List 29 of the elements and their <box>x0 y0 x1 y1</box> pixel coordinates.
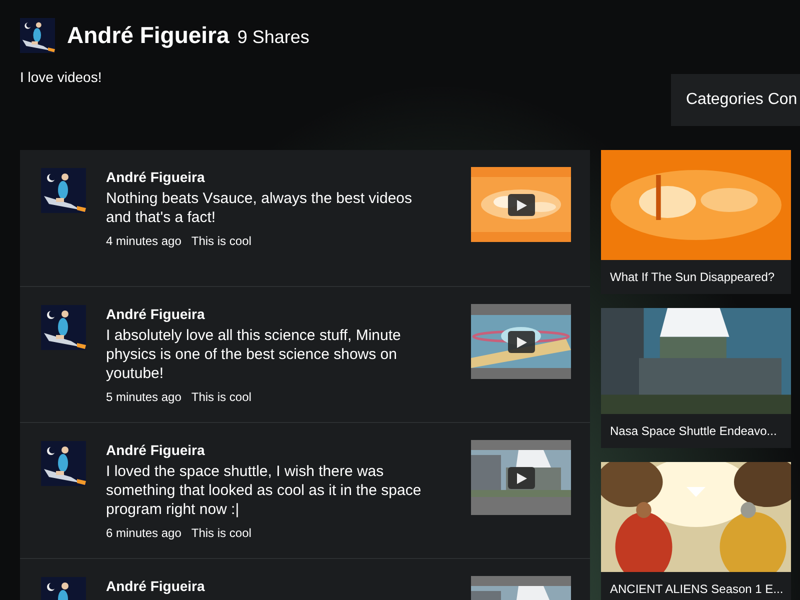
post-time: 4 minutes ago <box>106 233 182 250</box>
author-name[interactable]: André Figueira <box>106 168 441 186</box>
profile-bio: I love videos! <box>20 68 102 87</box>
play-icon <box>516 336 526 348</box>
author-name[interactable]: André Figueira <box>106 305 441 323</box>
post-time: 5 minutes ago <box>106 389 182 406</box>
video-card[interactable]: ANCIENT ALIENS Season 1 E... <box>601 462 791 600</box>
categories-button[interactable]: Categories Con <box>671 74 800 126</box>
play-button[interactable] <box>508 467 535 489</box>
post-reaction[interactable]: This is cool <box>191 524 252 542</box>
video-title: ANCIENT ALIENS Season 1 E... <box>609 581 784 598</box>
author-name[interactable]: André Figueira <box>106 577 441 595</box>
author-name[interactable]: André Figueira <box>106 441 441 459</box>
play-icon <box>516 200 526 210</box>
video-title: What If The Sun Disappeared? <box>609 269 776 286</box>
post-reaction[interactable]: This is cool <box>191 388 252 406</box>
post-text: I absolutely love all this science stuff, Minute physics is one of the best science shows on youtube! <box>106 326 402 383</box>
post-text: I loved the space shuttle, I wish there was something that looked as cool as it in the space program right now :| <box>106 462 422 519</box>
video-title: Nasa Space Shuttle Endeavo... <box>609 423 778 440</box>
video-card[interactable]: What If The Sun Disappeared? <box>601 150 791 294</box>
post-reaction[interactable]: This is cool <box>191 232 252 250</box>
profile-name: André Figueira <box>67 21 230 50</box>
post-text: Nothing beats Vsauce, always the best videos and that's a fact! <box>106 189 414 227</box>
share-count: 9 Shares <box>237 26 310 50</box>
play-button[interactable] <box>508 194 535 216</box>
play-button[interactable] <box>508 331 535 353</box>
play-icon <box>516 472 526 484</box>
video-card[interactable]: Nasa Space Shuttle Endeavo... <box>601 308 791 448</box>
post-time: 6 minutes ago <box>106 525 182 542</box>
